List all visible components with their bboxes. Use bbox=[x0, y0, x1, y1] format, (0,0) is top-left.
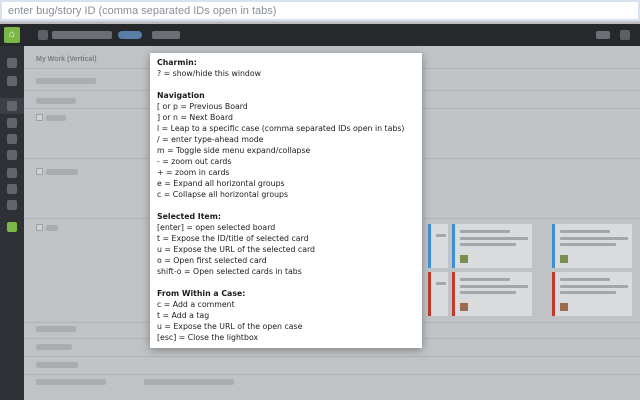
shortcut-item: t = Add a tag bbox=[157, 311, 210, 320]
help-intro: ? = show/hide this window bbox=[157, 69, 262, 78]
board-card[interactable] bbox=[552, 272, 632, 316]
card-line bbox=[436, 234, 446, 237]
shortcut-item: l = Leap to a specific case (comma separ… bbox=[157, 124, 405, 133]
avatar bbox=[560, 255, 568, 263]
card-line bbox=[560, 278, 610, 281]
home-icon[interactable]: ⌂ bbox=[4, 27, 20, 43]
lane-label bbox=[46, 169, 78, 175]
shortcut-item: + = zoom in cards bbox=[157, 168, 230, 177]
search-bar bbox=[0, 0, 640, 22]
card-line bbox=[460, 285, 528, 288]
board-card[interactable] bbox=[428, 224, 448, 268]
board-icon[interactable] bbox=[38, 30, 48, 40]
side-menu-icon[interactable] bbox=[7, 118, 17, 128]
side-menu-icon[interactable] bbox=[7, 150, 17, 160]
row-divider bbox=[24, 374, 640, 375]
side-menu-icon[interactable] bbox=[7, 101, 17, 111]
shortcut-help-lightbox: Charmin: ? = show/hide this window Navig… bbox=[150, 53, 422, 348]
shortcut-item: c = Add a comment bbox=[157, 300, 235, 309]
shortcut-item: u = Expose the URL of the open case bbox=[157, 322, 303, 331]
settings-icon[interactable] bbox=[620, 30, 630, 40]
card-line bbox=[560, 230, 610, 233]
side-menu-icon[interactable] bbox=[7, 76, 17, 86]
avatar bbox=[460, 255, 468, 263]
card-line bbox=[460, 243, 516, 246]
card-line bbox=[460, 230, 510, 233]
shortcut-item: e = Expand all horizontal groups bbox=[157, 179, 285, 188]
card-line bbox=[560, 237, 628, 240]
avatar bbox=[460, 303, 468, 311]
shortcut-item: - = zoom out cards bbox=[157, 157, 232, 166]
shortcut-item: t = Expose the ID/title of selected card bbox=[157, 234, 309, 243]
shortcut-item: / = enter type-ahead mode bbox=[157, 135, 264, 144]
card-line bbox=[460, 237, 528, 240]
side-menu-icon[interactable] bbox=[7, 58, 17, 68]
side-menu-icon[interactable] bbox=[7, 184, 17, 194]
side-menu bbox=[0, 46, 24, 400]
toolbar-menu[interactable] bbox=[152, 31, 180, 39]
help-section-heading: Selected Item: bbox=[157, 212, 221, 221]
row-label bbox=[36, 362, 78, 368]
help-section-heading: From Within a Case: bbox=[157, 289, 246, 298]
shortcut-item: [ or p = Previous Board bbox=[157, 102, 248, 111]
card-line bbox=[460, 291, 516, 294]
row-label bbox=[36, 78, 96, 84]
side-menu-icon[interactable] bbox=[7, 134, 17, 144]
row-label bbox=[36, 98, 76, 104]
card-line bbox=[460, 278, 510, 281]
lane-label bbox=[46, 115, 66, 121]
board-card[interactable] bbox=[552, 224, 632, 268]
board-selector[interactable] bbox=[52, 31, 112, 39]
row-divider bbox=[24, 356, 640, 357]
shortcut-item: u = Expose the URL of the selected card bbox=[157, 245, 315, 254]
board-badge bbox=[118, 31, 142, 39]
lane-toggle[interactable] bbox=[36, 168, 43, 175]
top-toolbar: ⌂ bbox=[0, 24, 640, 46]
row-label bbox=[36, 379, 106, 385]
row-label bbox=[36, 326, 76, 332]
case-id-search-input[interactable] bbox=[0, 0, 640, 21]
board-card[interactable] bbox=[452, 224, 532, 268]
shortcut-item: m = Toggle side menu expand/collapse bbox=[157, 146, 311, 155]
shortcut-item: c = Collapse all horizontal groups bbox=[157, 190, 289, 199]
toolbar-user-menu[interactable] bbox=[596, 31, 610, 39]
shortcut-item: shift-o = Open selected cards in tabs bbox=[157, 267, 302, 276]
card-line bbox=[436, 282, 446, 285]
lane-label bbox=[46, 225, 58, 231]
row-label bbox=[36, 344, 72, 350]
add-icon[interactable] bbox=[7, 222, 17, 232]
shortcut-item: [esc] = Close the lightbox bbox=[157, 333, 259, 342]
row-label bbox=[144, 379, 234, 385]
card-line bbox=[560, 285, 628, 288]
side-menu-icon[interactable] bbox=[7, 200, 17, 210]
shortcut-help-content: Charmin: ? = show/hide this window Navig… bbox=[157, 57, 416, 343]
app-window: ⌂ My Work (Vertical) bbox=[0, 0, 640, 400]
side-menu-icon[interactable] bbox=[7, 168, 17, 178]
board-title: My Work (Vertical) bbox=[36, 56, 97, 63]
card-line bbox=[560, 291, 616, 294]
board-card[interactable] bbox=[428, 272, 448, 316]
board-card[interactable] bbox=[452, 272, 532, 316]
shortcut-item: [enter] = open selected board bbox=[157, 223, 276, 232]
lane-toggle[interactable] bbox=[36, 114, 43, 121]
shortcut-item: o = Open first selected card bbox=[157, 256, 267, 265]
lane-toggle[interactable] bbox=[36, 224, 43, 231]
shortcut-item: ] or n = Next Board bbox=[157, 113, 233, 122]
help-section-heading: Navigation bbox=[157, 91, 205, 100]
card-line bbox=[560, 243, 616, 246]
help-title: Charmin: bbox=[157, 58, 197, 67]
avatar bbox=[560, 303, 568, 311]
